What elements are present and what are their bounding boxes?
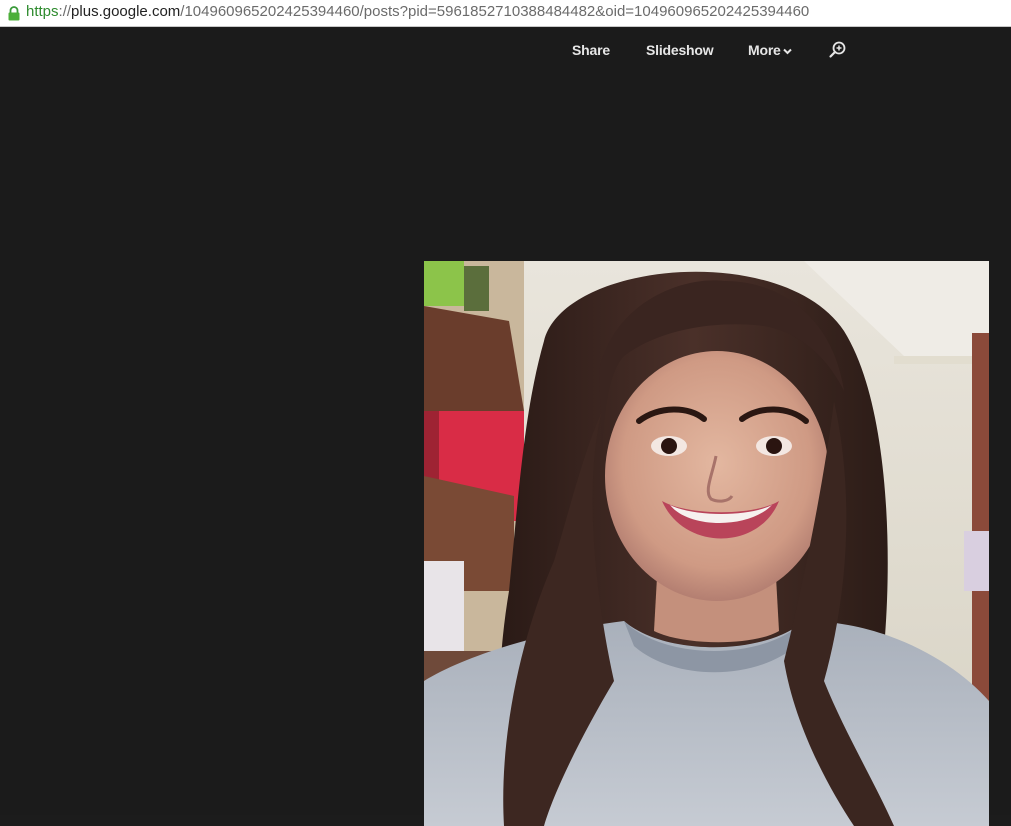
url-host: plus.google.com bbox=[71, 3, 181, 20]
zoom-in-icon[interactable] bbox=[828, 40, 848, 60]
address-bar[interactable]: https://plus.google.com/1049609652024253… bbox=[0, 0, 1011, 27]
url-text[interactable]: https://plus.google.com/1049609652024253… bbox=[26, 3, 809, 21]
chevron-down-icon bbox=[782, 48, 792, 55]
more-label: More bbox=[748, 42, 781, 58]
url-path: /104960965202425394460/posts?pid=5961852… bbox=[180, 3, 810, 20]
url-scheme: https bbox=[26, 3, 59, 20]
lock-icon bbox=[8, 6, 20, 21]
url-separator: :// bbox=[58, 3, 72, 20]
photo[interactable] bbox=[424, 261, 989, 826]
more-menu-button[interactable]: More bbox=[748, 42, 792, 58]
photo-viewer: Share Slideshow More bbox=[0, 28, 1011, 826]
share-button[interactable]: Share bbox=[572, 42, 610, 58]
slideshow-button[interactable]: Slideshow bbox=[646, 42, 714, 58]
